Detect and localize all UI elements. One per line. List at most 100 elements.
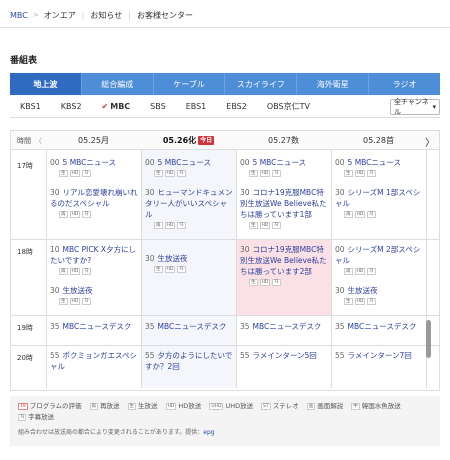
channel-ebs1[interactable]: EBS1 [186,102,207,111]
tab-radio[interactable]: ラジオ [368,73,440,95]
tab-terrestrial[interactable]: 地上波 [10,73,81,95]
legend-item: UHD UHD放送 [209,401,253,412]
page-title: 番組表 [10,56,38,66]
program-title: MBCニュースデスク [252,322,322,331]
program-item[interactable]: 00 5 MBCニュース 生 HD 자 [335,157,423,177]
rerun-badge-icon: 再 [59,211,68,218]
program-item[interactable]: 35 MBCニュースデスク [240,321,328,332]
program-minute: 30 [145,254,155,263]
legend-box: 19 プログラムの評価 再再放送 生生放送 HD HD放送 UHD UHD放送 ST ス… [10,396,440,446]
breadcrumb-home[interactable]: MBC [10,11,28,20]
program-item[interactable]: 30 コロナ19克服MBC特別生放送We Believe私たちは勝っています1部 … [240,187,328,229]
program-title: 5 MBCニュース [157,158,212,167]
program-item[interactable]: 00 5 MBCニュース 生 HD 자 [145,157,233,177]
hd-badge-icon: HD [259,222,271,229]
program-minute: 30 [335,286,345,295]
program-badges: 再 HD 자 [59,211,138,218]
channel-obs[interactable]: OBS京仁TV [267,101,310,112]
legend-note: 組み合わせは放送局の都合により変更されることがあります。提供：epg [18,427,432,436]
program-item[interactable]: 30 生放送夜 生 HD 자 [50,285,138,305]
breadcrumb-item-support[interactable]: お客様センター [137,10,193,21]
date-header-today: 05.26化 今日 [141,131,236,150]
subtitle-badge-icon: 자 [177,266,186,273]
subtitle-badge-icon: 자 [18,414,27,421]
program-item[interactable]: 55 夕方のようにしたいですか？2回 [145,350,233,372]
program-minute: 30 [335,188,345,197]
program-title: 生放送夜 [347,286,378,295]
hd-badge-icon: HD [354,211,366,218]
program-badges: 生 HD 자 [249,279,328,286]
program-item[interactable]: 35 MBCニュースデスク [50,321,138,332]
channel-kbs1[interactable]: KBS1 [20,102,41,111]
program-item[interactable]: 55 ポクミョンガエスペシャル [50,350,138,372]
program-item[interactable]: 00 5 MBCニュース 生 HD 자 [240,157,328,177]
prev-arrow-icon[interactable]: 〈 [35,136,42,146]
schedule-grid: 時間 〈 05.25月 05.26化 今日 05.27数 05.28首 〉 17… [10,130,440,391]
subtitle-badge-icon: 자 [177,222,186,229]
channel-row: KBS1 KBS2 ✔ MBC SBS EBS1 EBS2 OBS京仁TV 全チ… [10,96,440,118]
breadcrumb-item-onair[interactable]: オンエア [44,10,76,21]
program-title: ラメインターン5回 [252,351,317,360]
program-item[interactable]: 55 ラメインターン5回 [240,350,328,361]
program-item[interactable]: 35 MBCニュースデスク [145,321,233,332]
hour-label: 18時 [17,248,33,256]
live-badge-icon: 生 [127,403,137,410]
program-item[interactable]: 30 リアル恋愛壊れ崩いれるのだスペシャル 再 HD 자 [50,187,138,218]
program-title: 生放送夜 [62,286,93,295]
page: MBC > オンエア | お知らせ | お客様センター 番組表 地上波 総合編成… [0,0,450,460]
legend-label: 画面解説 [317,402,344,410]
subtitle-badge-icon: 자 [272,279,281,286]
program-badges: 再 HD 자 [344,268,423,275]
tab-general[interactable]: 総合編成 [80,73,153,95]
live-badge-icon: 生 [59,170,68,177]
tab-cable[interactable]: ケーブル [152,73,225,95]
breadcrumb-divider: | [81,10,85,20]
program-minute: 55 [240,351,250,360]
live-badge-icon: 生 [249,222,258,229]
program-item[interactable]: 30 シリーズM 1部スペシャル 再 HD 자 [335,187,423,218]
hd-badge-icon: HD [164,266,176,273]
channel-select[interactable]: 全チャンネル ▾ [390,98,440,116]
channel-kbs2[interactable]: KBS2 [61,102,82,111]
hour-divider [11,345,439,346]
program-item[interactable]: 30 生放送夜 生 HD 자 [145,253,233,273]
hd-badge-icon: HD [259,279,271,286]
program-item-live[interactable]: 30 コロナ19克服MBC特別生放送We Believe私たちは勝っています2部 … [240,244,328,286]
program-item[interactable]: 30 生放送夜 生 HD 자 [335,285,423,305]
program-badges: 生 HD 자 [249,170,328,177]
program-minute: 30 [240,188,250,197]
program-item[interactable]: 55 ラメインターン7回 [335,350,423,361]
program-minute: 00 [145,158,155,167]
next-arrow-icon[interactable]: 〉 [425,134,435,149]
channel-select-value: 全チャンネル [394,98,429,116]
legend-label: プログラムの評価 [29,402,82,410]
program-badges: 生 HD 자 [59,170,138,177]
vertical-scrollbar[interactable] [426,320,431,358]
channel-ebs2[interactable]: EBS2 [226,102,247,111]
program-title: 5 MBCニュース [252,158,307,167]
hour-label: 19時 [17,324,33,332]
legend-item: 生生放送 [127,401,158,412]
channel-sbs[interactable]: SBS [150,102,166,111]
program-item[interactable]: 10 MBC PICK X夕方にしたいですか? 再 HD 자 [50,244,138,275]
program-item[interactable]: 00 シリーズM 2部スペシャル 再 HD 자 [335,244,423,275]
audio-description-badge-icon: 画 [306,403,316,410]
tab-overseas-satellite[interactable]: 海外衛星 [296,73,368,95]
breadcrumb-item-notice[interactable]: お知らせ [90,10,122,21]
legend-label: 字幕放送 [28,413,55,421]
program-title: シリーズM 2部スペシャル [335,245,421,265]
tab-skylife[interactable]: スカイライフ [224,73,296,95]
subtitle-badge-icon: 자 [82,298,91,305]
live-badge-icon: 生 [249,170,258,177]
provider-link[interactable]: epg [203,429,214,436]
program-item[interactable]: 00 5 MBCニュース 生 HD 자 [50,157,138,177]
rerun-badge-icon: 再 [344,268,353,275]
time-header-label: 時間 [17,136,31,145]
program-badges: 生 HD 자 [154,266,233,273]
program-minute: 35 [240,322,250,331]
date-header: 05.25月 [78,136,109,145]
channel-mbc[interactable]: ✔ MBC [102,102,131,111]
program-item[interactable]: 35 MBCニュースデスク [335,321,423,332]
program-item[interactable]: 30 ヒューマンドキュメンタリー人がいいスペシャル 再 HD 자 [145,187,233,229]
program-minute: 30 [240,245,250,254]
